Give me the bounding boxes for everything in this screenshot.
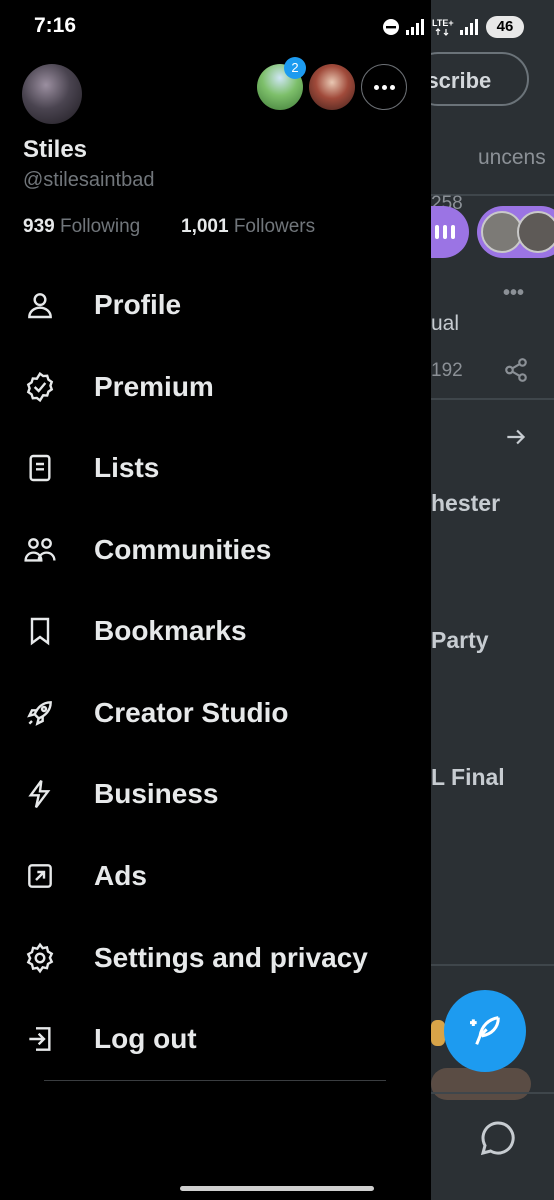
menu-label: Profile <box>94 289 182 320</box>
logout-icon <box>23 1022 57 1056</box>
menu-item-communities[interactable]: Communities <box>0 517 431 583</box>
battery-indicator: 46 <box>486 16 524 38</box>
menu-item-premium[interactable]: Premium <box>0 354 431 420</box>
subscribe-label: bscribe <box>431 68 492 93</box>
feather-icon <box>470 1016 500 1045</box>
following-link[interactable]: 939 Following <box>23 216 140 238</box>
status-time: 7:16 <box>34 14 77 37</box>
menu-item-settings[interactable]: Settings and privacy <box>0 925 431 991</box>
svg-text:LTE+: LTE+ <box>432 18 454 28</box>
user-handle: @stilesaintbad <box>23 169 155 191</box>
following-count: 939 <box>23 216 55 237</box>
profile-avatar[interactable] <box>22 64 82 124</box>
space-play-pill[interactable] <box>431 206 469 258</box>
stat-count: 192 <box>431 360 463 381</box>
display-name: Stiles <box>23 136 88 163</box>
trend-item[interactable]: hester <box>431 490 500 517</box>
menu-label: Bookmarks <box>94 615 247 646</box>
divider <box>431 964 554 966</box>
messages-icon[interactable] <box>478 1118 518 1163</box>
communities-icon <box>23 533 57 567</box>
lightning-icon <box>23 777 57 811</box>
following-label: Following <box>59 216 141 237</box>
person-icon <box>23 288 57 322</box>
tab-uncensored[interactable]: uncens <box>478 146 546 170</box>
menu-label: Premium <box>94 371 214 402</box>
home-indicator[interactable] <box>180 1186 374 1191</box>
drawer-divider <box>44 1080 386 1081</box>
menu-label: Log out <box>94 1023 197 1054</box>
status-bar: 7:16 LTE+ 46 <box>0 0 554 54</box>
compose-button[interactable] <box>444 990 526 1072</box>
space-avatars[interactable] <box>477 206 554 258</box>
gear-icon <box>23 941 57 975</box>
signal-icon <box>460 19 478 35</box>
emoji-icon <box>431 1020 445 1046</box>
menu-item-logout[interactable]: Log out <box>0 1006 431 1072</box>
menu-item-business[interactable]: Business <box>0 761 431 827</box>
verified-badge-icon <box>23 370 57 404</box>
menu-item-creator-studio[interactable]: Creator Studio <box>0 680 431 746</box>
menu-item-bookmarks[interactable]: Bookmarks <box>0 598 431 664</box>
trend-item[interactable]: Party <box>431 627 489 654</box>
followers-count: 1,001 <box>181 216 229 237</box>
followers-label: Followers <box>233 216 316 237</box>
notification-badge: 2 <box>284 57 306 79</box>
menu-item-lists[interactable]: Lists <box>0 435 431 501</box>
divider <box>431 1092 554 1094</box>
subscribe-button[interactable]: bscribe <box>431 52 529 106</box>
menu-item-ads[interactable]: Ads <box>0 843 431 909</box>
lte-icon: LTE+ <box>432 18 454 36</box>
menu-label: Settings and privacy <box>94 942 368 973</box>
menu-label: Ads <box>94 860 147 891</box>
share-icon[interactable] <box>503 357 529 388</box>
rocket-icon <box>23 696 57 730</box>
signal-icon <box>406 19 424 35</box>
divider <box>431 398 554 400</box>
do-not-disturb-icon <box>383 19 399 35</box>
more-accounts-button[interactable] <box>361 64 407 110</box>
menu-item-profile[interactable]: Profile <box>0 272 431 338</box>
menu-label: Creator Studio <box>94 697 289 728</box>
more-dots-icon[interactable]: ••• <box>503 282 524 305</box>
external-link-icon <box>23 859 57 893</box>
menu-label: Communities <box>94 534 272 565</box>
bookmark-icon <box>23 614 57 648</box>
navigation-drawer: 2 Stiles @stilesaintbad 939 Following 1,… <box>0 0 431 1200</box>
media-thumbnail <box>431 1068 531 1100</box>
menu-label: Business <box>94 778 219 809</box>
tweet-text: ual <box>431 312 460 335</box>
account-switch-avatar[interactable] <box>309 64 355 110</box>
list-icon <box>23 451 57 485</box>
arrow-right-icon[interactable] <box>503 424 529 455</box>
menu-label: Lists <box>94 452 160 483</box>
followers-link[interactable]: 1,001 Followers <box>181 216 315 238</box>
trend-item[interactable]: L Final <box>431 764 505 791</box>
